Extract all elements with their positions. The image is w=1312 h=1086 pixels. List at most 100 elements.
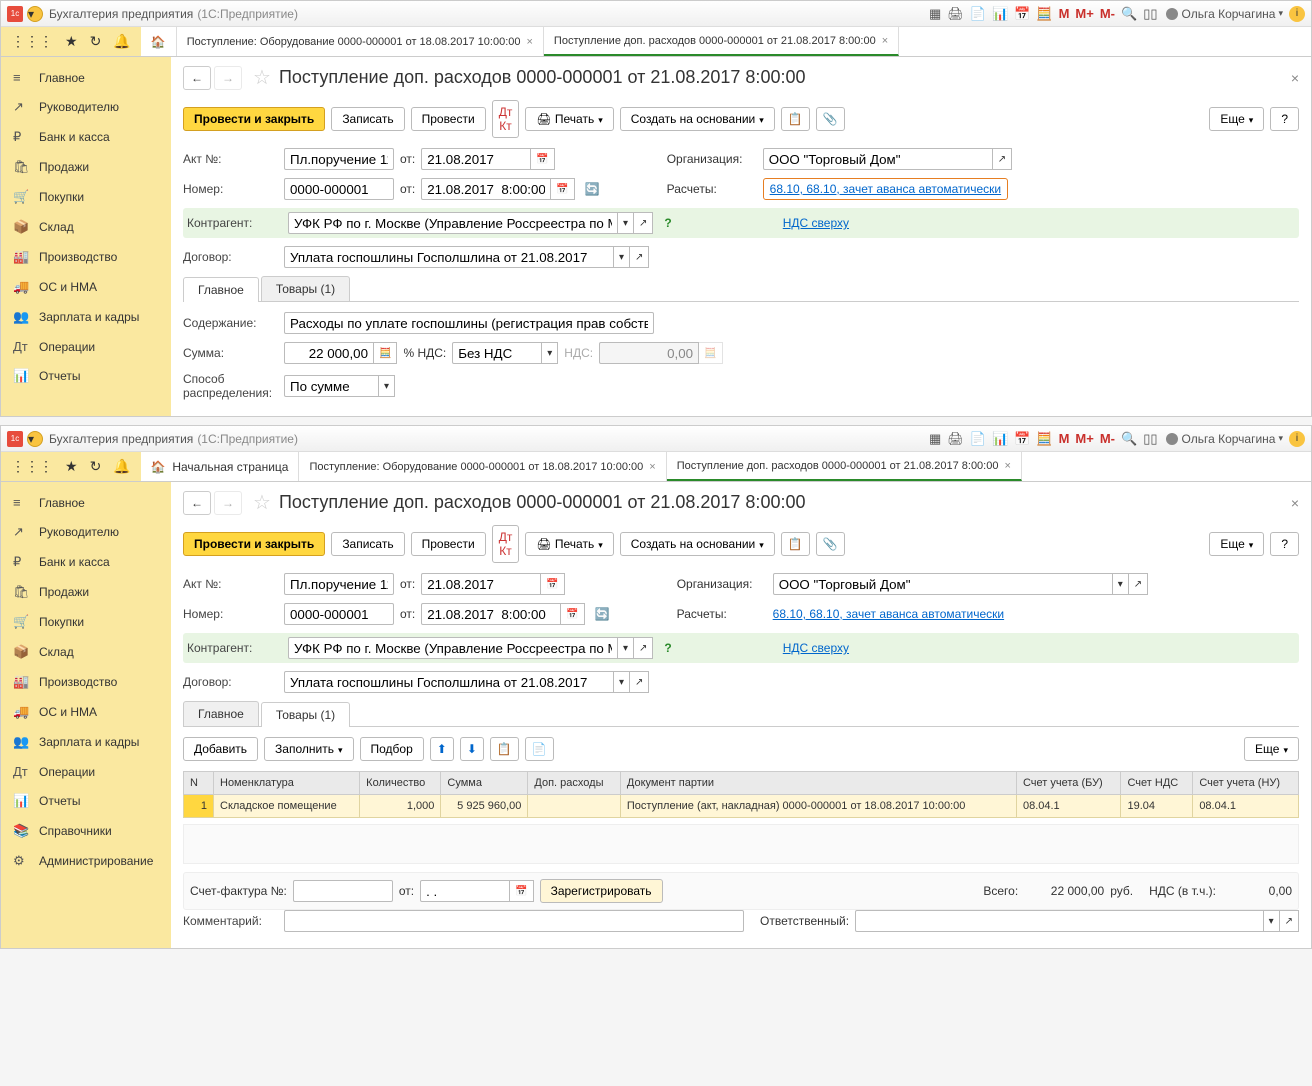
- refresh-icon[interactable]: 🔄: [595, 607, 610, 621]
- save-button[interactable]: Записать: [331, 532, 404, 556]
- num-input[interactable]: [284, 178, 394, 200]
- sidebar-item[interactable]: 🚚ОС и НМА: [1, 697, 171, 727]
- calc-link[interactable]: 68.10, 68.10, зачет аванса автоматически: [763, 178, 1008, 200]
- close-icon[interactable]: ×: [526, 36, 532, 48]
- favorite-icon[interactable]: ★: [65, 458, 78, 475]
- dropdown-icon[interactable]: ▾: [27, 6, 43, 22]
- more-button[interactable]: Еще▾: [1244, 737, 1299, 761]
- sidebar-item[interactable]: 🛒Покупки: [1, 182, 171, 212]
- dropdown-icon[interactable]: ▾: [614, 671, 630, 693]
- close-page-icon[interactable]: ×: [1291, 70, 1299, 86]
- sidebar-item[interactable]: 📊Отчеты: [1, 361, 171, 391]
- calc-link[interactable]: 68.10, 68.10, зачет аванса автоматически: [773, 607, 1004, 621]
- org-input[interactable]: [773, 573, 1113, 595]
- sidebar-item[interactable]: 📦Склад: [1, 212, 171, 242]
- apps-icon[interactable]: ⋮⋮⋮: [11, 33, 53, 50]
- comment-input[interactable]: [284, 910, 744, 932]
- compare-icon[interactable]: 📊: [992, 431, 1008, 447]
- sidebar-item[interactable]: ⚙Администрирование: [1, 846, 171, 876]
- tab-expenses[interactable]: Поступление доп. расходов 0000-000001 от…: [544, 27, 899, 56]
- calc-icon[interactable]: 🧮: [374, 342, 397, 364]
- sidebar-item[interactable]: 👥Зарплата и кадры: [1, 302, 171, 332]
- calendar-icon[interactable]: 📅: [1014, 6, 1030, 22]
- org-input[interactable]: [763, 148, 993, 170]
- apps-icon[interactable]: ⋮⋮⋮: [11, 458, 53, 475]
- back-button[interactable]: ←: [183, 491, 211, 515]
- refresh-icon[interactable]: 🔄: [585, 182, 600, 196]
- sidebar-item[interactable]: 🏭Производство: [1, 667, 171, 697]
- calendar-icon[interactable]: 📅: [551, 178, 574, 200]
- open-icon[interactable]: ↗: [630, 246, 649, 268]
- dog-input[interactable]: [284, 671, 614, 693]
- open-icon[interactable]: ↗: [634, 637, 653, 659]
- sidebar-item[interactable]: ДтОперации: [1, 332, 171, 361]
- sidebar-item[interactable]: ↗Руководителю: [1, 92, 171, 122]
- calendar-icon[interactable]: 📅: [561, 603, 584, 625]
- calendar-icon[interactable]: 📅: [531, 148, 554, 170]
- dropdown-icon[interactable]: ▾: [1264, 910, 1280, 932]
- panels-icon[interactable]: ▯▯: [1143, 6, 1157, 22]
- user-menu[interactable]: Ольга Корчагина ▾: [1166, 7, 1284, 21]
- sidebar-item[interactable]: 🚚ОС и НМА: [1, 272, 171, 302]
- content-input[interactable]: [284, 312, 654, 334]
- history-icon[interactable]: ↻: [90, 458, 102, 475]
- sidebar-item[interactable]: 🛍Продажи: [1, 152, 171, 182]
- grid-icon[interactable]: ▦: [929, 6, 941, 22]
- sidebar-item[interactable]: ДтОперации: [1, 757, 171, 786]
- forward-button[interactable]: →: [214, 66, 242, 90]
- mminus-icon[interactable]: M-: [1100, 431, 1115, 446]
- dist-input[interactable]: [284, 375, 379, 397]
- open-icon[interactable]: ↗: [634, 212, 653, 234]
- doc-icon[interactable]: 📄: [970, 431, 986, 447]
- create-based-button[interactable]: Создать на основании▾: [620, 532, 775, 556]
- post-button[interactable]: Провести: [411, 107, 486, 131]
- dropdown-icon[interactable]: ▾: [614, 246, 630, 268]
- more-button[interactable]: Еще▾: [1209, 107, 1264, 131]
- star-icon[interactable]: ☆: [253, 490, 271, 515]
- print-button[interactable]: 🖨 Печать▾: [525, 532, 613, 556]
- save-button[interactable]: Записать: [331, 107, 404, 131]
- post-close-button[interactable]: Провести и закрыть: [183, 532, 325, 556]
- zoom-icon[interactable]: 🔍: [1121, 6, 1137, 22]
- calendar-icon[interactable]: 📅: [1014, 431, 1030, 447]
- help-button[interactable]: ?: [1270, 107, 1299, 131]
- compare-icon[interactable]: 📊: [992, 6, 1008, 22]
- open-icon[interactable]: ↗: [993, 148, 1012, 170]
- sidebar-item[interactable]: 👥Зарплата и кадры: [1, 727, 171, 757]
- sf-date-input[interactable]: [420, 880, 510, 902]
- post-button[interactable]: Провести: [411, 532, 486, 556]
- notify-icon[interactable]: 🔔: [113, 33, 130, 50]
- sidebar-item[interactable]: 🛒Покупки: [1, 607, 171, 637]
- history-icon[interactable]: ↻: [90, 33, 102, 50]
- sf-num-input[interactable]: [293, 880, 393, 902]
- add-button[interactable]: Добавить: [183, 737, 258, 761]
- print-icon[interactable]: 🖨: [947, 6, 964, 22]
- close-icon[interactable]: ×: [1004, 460, 1010, 472]
- tab-expenses[interactable]: Поступление доп. расходов 0000-000001 от…: [667, 452, 1022, 481]
- sidebar-item[interactable]: ≡Главное: [1, 488, 171, 517]
- close-icon[interactable]: ×: [882, 35, 888, 47]
- calendar-icon[interactable]: 📅: [510, 880, 533, 902]
- act-date-input[interactable]: [421, 573, 541, 595]
- m-icon[interactable]: M: [1059, 6, 1070, 21]
- m-icon[interactable]: M: [1059, 431, 1070, 446]
- num-date-input[interactable]: [421, 603, 561, 625]
- tab-receipt[interactable]: Поступление: Оборудование 0000-000001 от…: [177, 27, 544, 56]
- register-button[interactable]: Зарегистрировать: [540, 879, 663, 903]
- sidebar-item[interactable]: 📚Справочники: [1, 816, 171, 846]
- forward-button[interactable]: →: [214, 491, 242, 515]
- star-icon[interactable]: ☆: [253, 65, 271, 90]
- contr-input[interactable]: [288, 212, 618, 234]
- tab-goods[interactable]: Товары (1): [261, 702, 350, 727]
- copy-icon[interactable]: 📋: [490, 737, 519, 761]
- dropdown-icon[interactable]: ▾: [379, 375, 395, 397]
- sidebar-item[interactable]: 📊Отчеты: [1, 786, 171, 816]
- num-date-input[interactable]: [421, 178, 551, 200]
- up-icon[interactable]: ⬆: [430, 737, 454, 761]
- sidebar-item[interactable]: 🏭Производство: [1, 242, 171, 272]
- sidebar-item[interactable]: ₽Банк и касса: [1, 547, 171, 577]
- vat-link[interactable]: НДС сверху: [783, 641, 849, 655]
- contr-input[interactable]: [288, 637, 618, 659]
- open-icon[interactable]: ↗: [630, 671, 649, 693]
- print-icon[interactable]: 🖨: [947, 431, 964, 447]
